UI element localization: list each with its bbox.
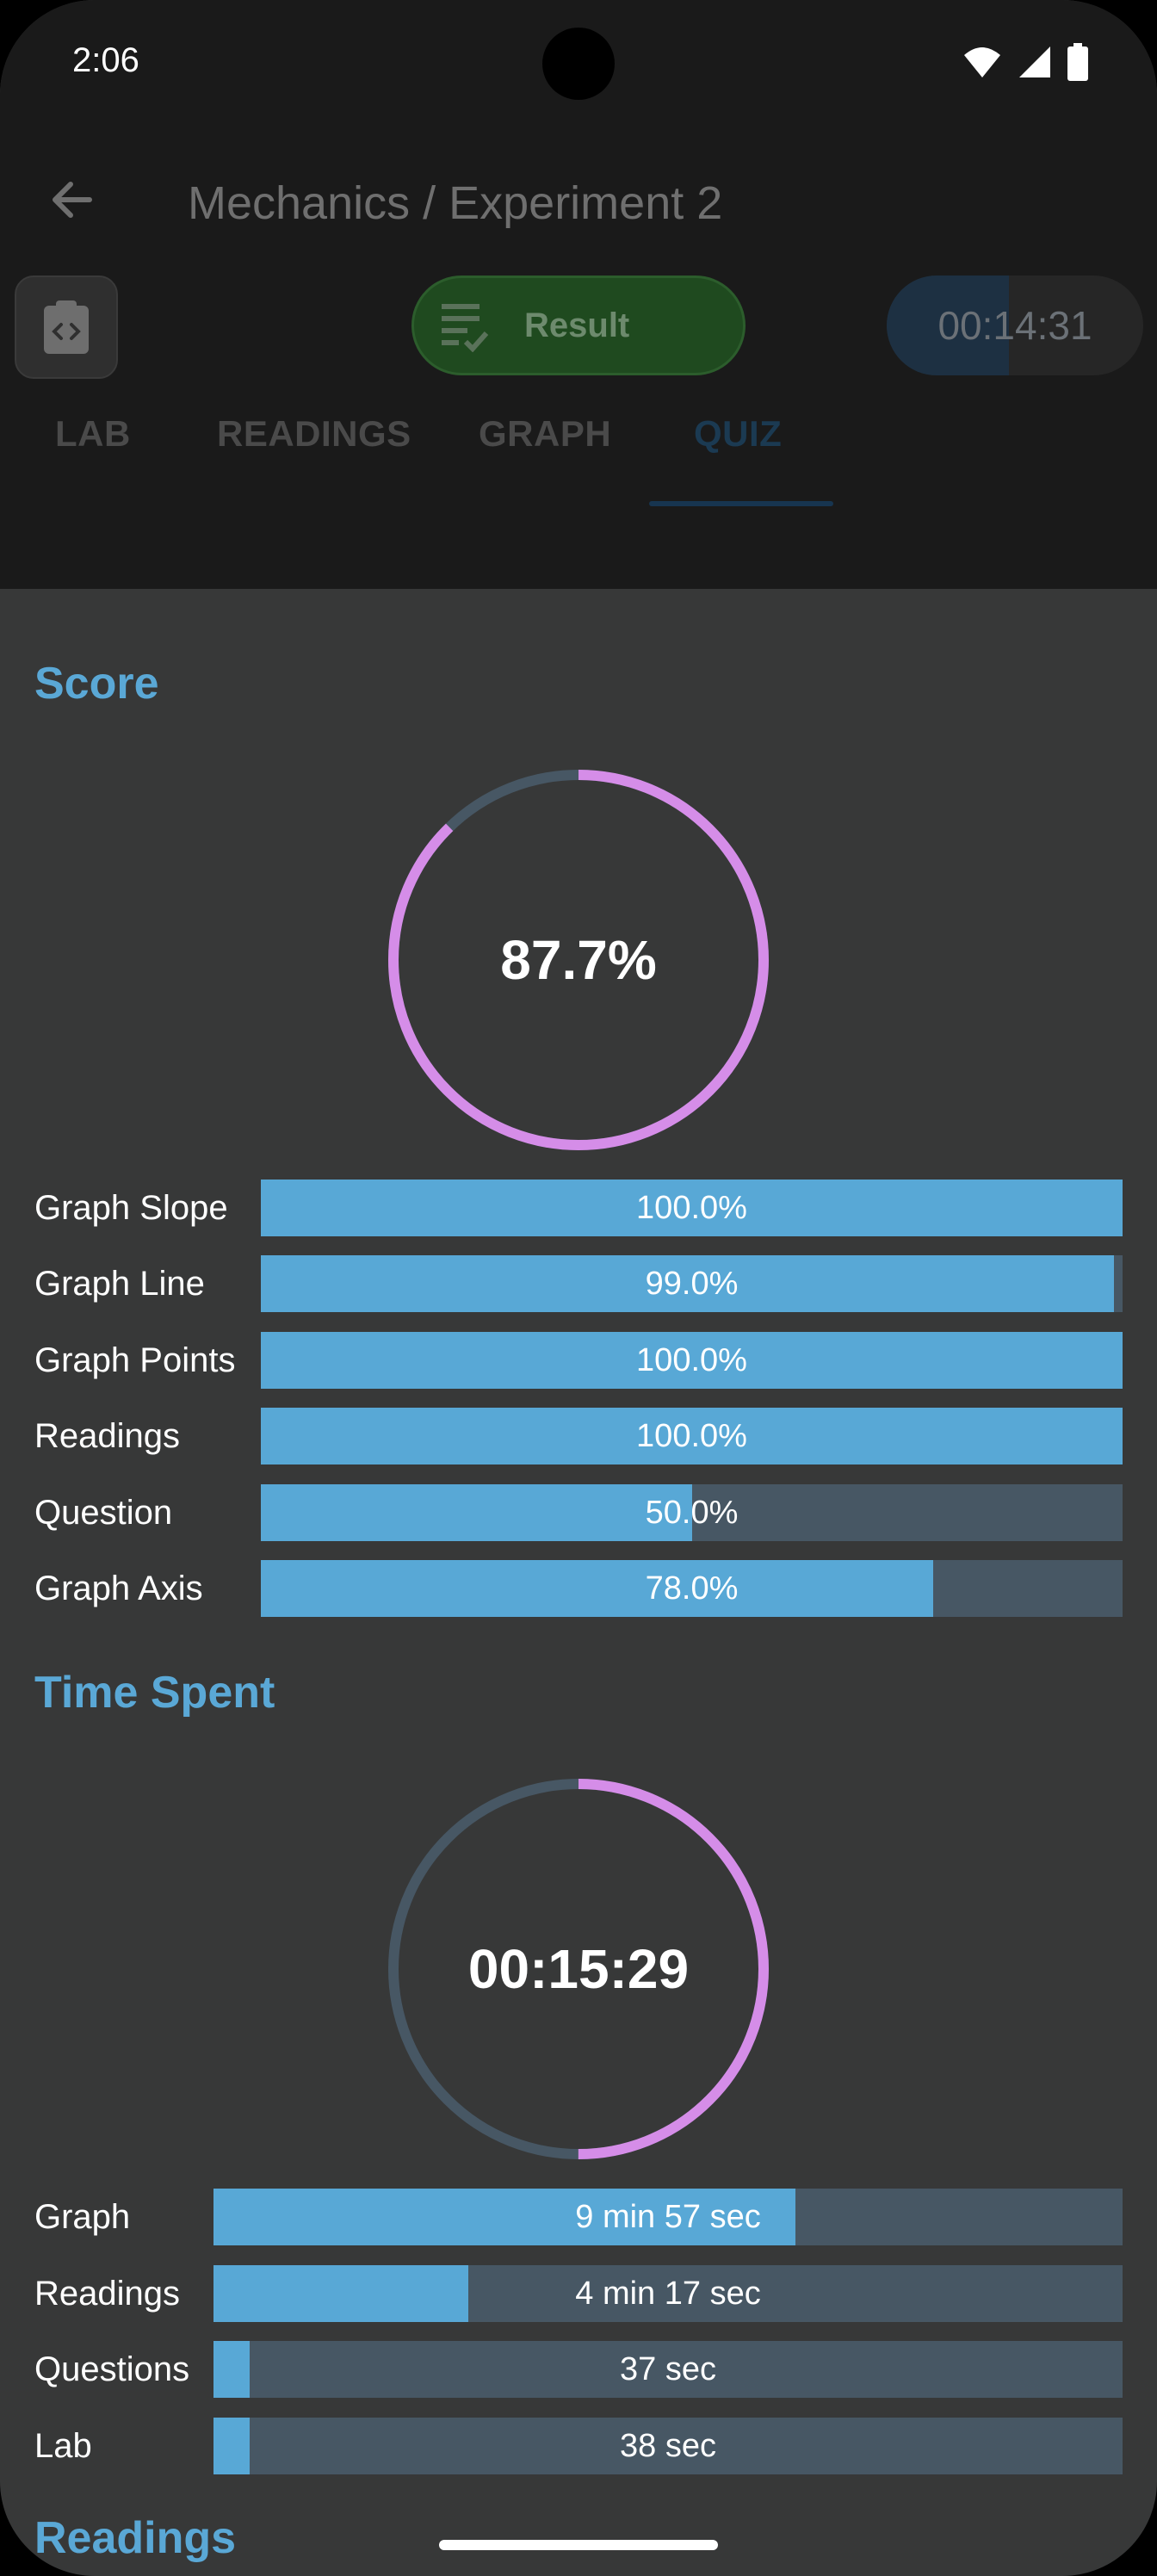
score-bar-value: 100.0% <box>636 1418 747 1454</box>
code-clipboard-button[interactable] <box>15 276 118 379</box>
score-row-label: Graph Slope <box>34 1189 228 1227</box>
time-row-label: Lab <box>34 2427 92 2465</box>
time-row-graph: Graph 9 min 57 sec <box>34 2189 1123 2245</box>
time-row-label: Questions <box>34 2350 190 2388</box>
score-bar: 100.0% <box>261 1180 1123 1236</box>
tab-indicator <box>649 501 833 506</box>
tab-graph[interactable]: GRAPH <box>479 413 611 455</box>
status-icons <box>962 43 1088 81</box>
tab-lab[interactable]: LAB <box>55 413 131 455</box>
time-total: 00:15:29 <box>467 1938 690 2000</box>
time-bar-value: 38 sec <box>620 2428 716 2464</box>
score-row-readings: Readings 100.0% <box>34 1408 1123 1464</box>
time-row-label: Readings <box>34 2275 181 2313</box>
time-row-label: Graph <box>34 2198 131 2236</box>
time-bar: 38 sec <box>213 2418 1123 2474</box>
tab-quiz[interactable]: QUIZ <box>694 413 782 455</box>
time-row-lab: Lab 38 sec <box>34 2418 1123 2474</box>
result-label: Result <box>524 306 630 344</box>
time-bar-value: 37 sec <box>620 2351 716 2387</box>
score-row-question: Question 50.0% <box>34 1484 1123 1541</box>
score-bar: 50.0% <box>261 1484 1123 1541</box>
score-bar-value: 78.0% <box>645 1570 739 1607</box>
score-bar: 99.0% <box>261 1255 1123 1312</box>
clipboard-code-icon <box>44 300 89 354</box>
score-row-graph-line: Graph Line 99.0% <box>34 1255 1123 1312</box>
score-row-label: Graph Line <box>34 1265 205 1303</box>
score-row-graph-axis: Graph Axis 78.0% <box>34 1560 1123 1617</box>
score-ring: 87.7% <box>385 766 772 1154</box>
score-row-graph-slope: Graph Slope 100.0% <box>34 1180 1123 1236</box>
home-indicator[interactable] <box>439 2540 718 2550</box>
score-row-label: Graph Axis <box>34 1570 203 1607</box>
status-time: 2:06 <box>72 41 139 79</box>
timer-text: 00:14:31 <box>937 303 1092 348</box>
time-ring: 00:15:29 <box>385 1775 772 2163</box>
time-spent-title: Time Spent <box>34 1668 275 1718</box>
checklist-icon <box>442 304 489 352</box>
page-title: Mechanics / Experiment 2 <box>188 177 723 229</box>
score-total: 87.7% <box>500 929 657 991</box>
score-bar-value: 100.0% <box>636 1190 747 1226</box>
score-row-label: Readings <box>34 1417 181 1455</box>
score-row-label: Question <box>34 1494 173 1532</box>
time-row-readings: Readings 4 min 17 sec <box>34 2265 1123 2322</box>
score-bar-value: 99.0% <box>645 1266 739 1302</box>
time-bar: 37 sec <box>213 2341 1123 2398</box>
time-bar-value: 4 min 17 sec <box>575 2276 761 2312</box>
score-title: Score <box>34 659 159 709</box>
wifi-icon <box>964 47 1000 77</box>
time-bar: 9 min 57 sec <box>213 2189 1123 2245</box>
score-row-label: Graph Points <box>34 1341 236 1379</box>
elapsed-timer: 00:14:31 <box>887 276 1143 375</box>
signal-icon <box>1019 46 1050 77</box>
app-screen: 2:06 Mechanics / Experiment 2 Result 00:… <box>0 0 1157 2576</box>
camera-cutout <box>542 28 615 100</box>
score-bar-value: 100.0% <box>636 1342 747 1378</box>
score-row-graph-points: Graph Points 100.0% <box>34 1332 1123 1389</box>
time-bar: 4 min 17 sec <box>213 2265 1123 2322</box>
readings-section-title: Readings <box>34 2513 237 2563</box>
top-app-bar: 2:06 Mechanics / Experiment 2 Result 00:… <box>0 0 1157 589</box>
tab-readings[interactable]: READINGS <box>217 413 411 455</box>
tab-bar: LAB READINGS GRAPH QUIZ <box>0 413 1157 508</box>
time-bar-value: 9 min 57 sec <box>575 2199 761 2235</box>
score-bar: 100.0% <box>261 1408 1123 1464</box>
time-row-questions: Questions 37 sec <box>34 2341 1123 2398</box>
back-arrow-icon[interactable] <box>45 172 100 227</box>
score-bar: 100.0% <box>261 1332 1123 1389</box>
score-bar-value: 50.0% <box>645 1495 739 1531</box>
result-button[interactable]: Result <box>411 276 746 375</box>
battery-icon <box>1067 43 1088 81</box>
score-bar: 78.0% <box>261 1560 1123 1617</box>
